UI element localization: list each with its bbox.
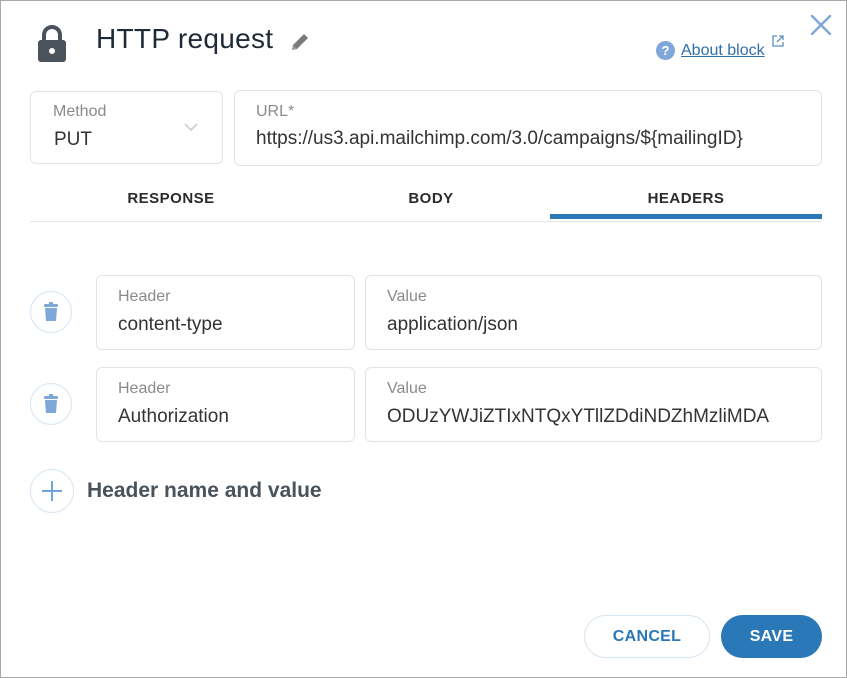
- header-value-value[interactable]: ODUzYWJiZTIxNTQxYTllZDdiNDZhMzliMDA: [387, 406, 801, 428]
- tab-body[interactable]: BODY: [312, 190, 550, 207]
- header-value-field[interactable]: Value ODUzYWJiZTIxNTQxYTllZDdiNDZhMzliMD…: [365, 367, 822, 442]
- cancel-button[interactable]: CANCEL: [584, 615, 710, 658]
- dialog-title: HTTP request: [96, 23, 274, 54]
- about-block-label[interactable]: About block: [681, 42, 765, 60]
- external-link-icon: [772, 35, 784, 47]
- chevron-down-icon: [184, 123, 198, 132]
- method-label: Method: [53, 103, 107, 120]
- header-name-field[interactable]: Header content-type: [96, 275, 355, 350]
- method-value: PUT: [54, 129, 92, 150]
- pencil-icon[interactable]: [289, 31, 311, 53]
- url-field[interactable]: URL* https://us3.api.mailchimp.com/3.0/c…: [234, 90, 822, 166]
- tab-bar: RESPONSE BODY HEADERS: [30, 181, 822, 222]
- active-tab-indicator: [550, 214, 822, 219]
- close-x-icon[interactable]: [809, 13, 833, 37]
- header-value-label: Value: [387, 380, 427, 397]
- delete-header-button[interactable]: [30, 383, 72, 425]
- header-value-field[interactable]: Value application/json: [365, 275, 822, 350]
- method-select[interactable]: Method PUT: [30, 91, 223, 164]
- header-name-label: Header: [118, 380, 171, 397]
- plus-icon: [42, 481, 62, 501]
- save-button[interactable]: SAVE: [721, 615, 822, 658]
- header-name-field[interactable]: Header Authorization: [96, 367, 355, 442]
- trash-icon: [44, 302, 58, 321]
- trash-icon: [44, 394, 58, 413]
- url-value[interactable]: https://us3.api.mailchimp.com/3.0/campai…: [256, 128, 801, 150]
- header-value-value[interactable]: application/json: [387, 314, 801, 336]
- about-block-link[interactable]: ? About block: [656, 41, 765, 60]
- add-header-button[interactable]: [30, 469, 74, 513]
- question-circle-icon: ?: [656, 41, 675, 60]
- delete-header-button[interactable]: [30, 291, 72, 333]
- header-value-label: Value: [387, 288, 427, 305]
- add-header-label[interactable]: Header name and value: [87, 479, 322, 503]
- tab-headers[interactable]: HEADERS: [550, 190, 822, 207]
- header-name-label: Header: [118, 288, 171, 305]
- lock-icon: [38, 25, 66, 62]
- header-name-value[interactable]: content-type: [118, 314, 223, 336]
- http-request-dialog: HTTP request ? About block Method PUT UR…: [0, 0, 847, 678]
- tab-response[interactable]: RESPONSE: [30, 190, 312, 207]
- url-label: URL*: [256, 103, 295, 120]
- header-name-value[interactable]: Authorization: [118, 406, 229, 428]
